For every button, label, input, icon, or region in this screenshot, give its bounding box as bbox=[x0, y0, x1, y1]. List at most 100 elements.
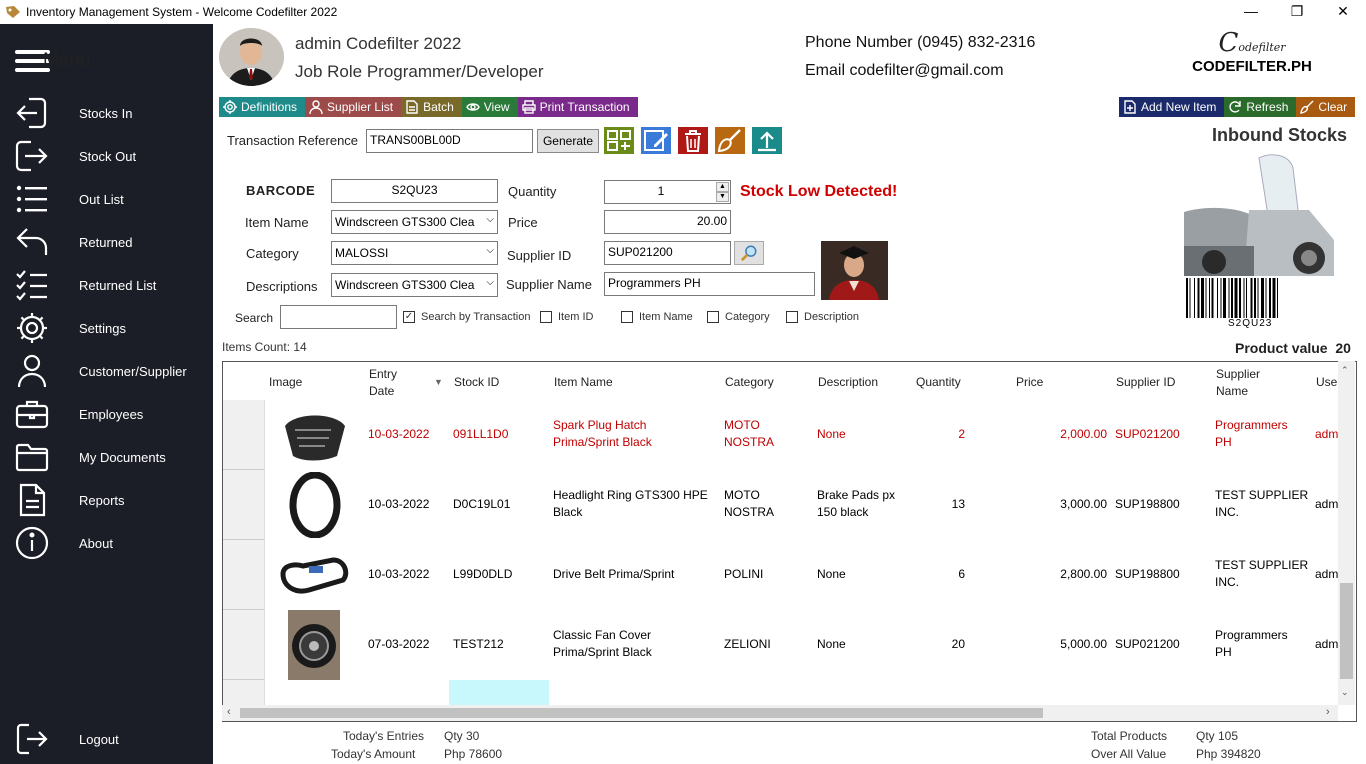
sidebar-item-customer-supplier[interactable]: Customer/Supplier bbox=[15, 353, 205, 389]
column-header[interactable]: Entry Date bbox=[369, 366, 419, 400]
row-header[interactable] bbox=[223, 610, 265, 680]
transaction-reference-input[interactable]: TRANS00BL00D bbox=[366, 129, 533, 153]
scroll-down-icon[interactable]: ⌄ bbox=[1341, 687, 1349, 698]
spin-down-icon[interactable]: ▼ bbox=[716, 192, 729, 202]
generate-button[interactable]: Generate bbox=[537, 129, 599, 153]
supplier-name-input[interactable]: Programmers PH bbox=[604, 272, 815, 296]
column-header[interactable]: Category bbox=[725, 374, 774, 391]
column-header[interactable]: Use bbox=[1316, 374, 1337, 391]
sidebar-item-returned-list[interactable]: Returned List bbox=[15, 267, 205, 303]
app-icon bbox=[6, 6, 20, 18]
sidebar-item-about[interactable]: About bbox=[15, 525, 205, 561]
sidebar-item-label: Reports bbox=[79, 492, 125, 508]
definitions-button[interactable]: Definitions bbox=[219, 97, 306, 117]
table-row[interactable]: 10-03-2022 L99D0DLD Drive Belt Prima/Spr… bbox=[223, 540, 1343, 610]
phone-number: Phone Number (0945) 832-2316 bbox=[805, 34, 1036, 51]
user-icon bbox=[309, 100, 323, 114]
barcode-input[interactable]: S2QU23 bbox=[331, 179, 498, 203]
sidebar-item-stocks-in[interactable]: Stocks In bbox=[15, 95, 205, 131]
item-name-checkbox[interactable]: Item Name bbox=[621, 311, 693, 323]
sidebar-item-returned[interactable]: Returned bbox=[15, 224, 205, 260]
close-button[interactable]: ✕ bbox=[1320, 0, 1366, 22]
menu-toggle[interactable]: Menu bbox=[15, 50, 91, 72]
avatar bbox=[219, 28, 284, 86]
quantity-stepper[interactable]: 1 ▲ ▼ bbox=[604, 180, 731, 204]
add-new-item-button[interactable]: Add New Item bbox=[1119, 97, 1225, 117]
clear-fields-button[interactable] bbox=[715, 127, 745, 154]
sidebar-item-stock-out[interactable]: Stock Out bbox=[15, 138, 205, 174]
logo: Codefilter CODEFILTER.PH bbox=[1187, 30, 1317, 75]
price-input[interactable]: 20.00 bbox=[604, 210, 731, 234]
toolbar-right: Add New Item Refresh Clear bbox=[1119, 97, 1356, 117]
item-image bbox=[288, 610, 340, 680]
refresh-icon bbox=[1229, 101, 1242, 113]
table-row[interactable]: 10-03-2022 091LL1D0 Spark Plug Hatch Pri… bbox=[223, 400, 1343, 470]
view-button[interactable]: View bbox=[461, 97, 518, 117]
cell-supplier-name: Programmers PH bbox=[1215, 628, 1288, 659]
edit-button[interactable] bbox=[641, 127, 671, 154]
horizontal-scrollbar[interactable]: ‹ › bbox=[222, 705, 1338, 721]
scroll-left-icon[interactable]: ‹ bbox=[227, 706, 231, 718]
row-header[interactable] bbox=[223, 470, 265, 540]
column-header[interactable]: Quantity bbox=[916, 374, 961, 391]
cell-supplier-name: TEST SUPPLIER INC. bbox=[1215, 558, 1309, 589]
product-value: Product value 20 bbox=[1235, 340, 1351, 356]
print-transaction-button[interactable]: Print Transaction bbox=[517, 97, 638, 117]
row-header[interactable] bbox=[223, 540, 265, 610]
column-header[interactable]: Supplier ID bbox=[1116, 374, 1175, 391]
sidebar-item-reports[interactable]: Reports bbox=[15, 482, 205, 518]
row-header[interactable] bbox=[223, 400, 265, 470]
column-header[interactable]: Description bbox=[818, 374, 878, 391]
sidebar-item-label: My Documents bbox=[79, 449, 166, 465]
spin-up-icon[interactable]: ▲ bbox=[716, 182, 729, 192]
supplier-list-button[interactable]: Supplier List bbox=[305, 97, 402, 117]
table-row[interactable]: 07-03-2022 TEST212 Classic Fan Cover Pri… bbox=[223, 610, 1343, 680]
delete-button[interactable] bbox=[678, 127, 708, 154]
column-header[interactable]: Item Name bbox=[554, 374, 613, 391]
batch-button[interactable]: Batch bbox=[401, 97, 462, 117]
logout-label: Logout bbox=[79, 731, 119, 747]
sidebar-item-settings[interactable]: Settings bbox=[15, 310, 205, 346]
description-checkbox[interactable]: Description bbox=[786, 311, 859, 323]
sidebar-item-out-list[interactable]: Out List bbox=[15, 181, 205, 217]
row-header[interactable] bbox=[223, 680, 265, 706]
refresh-button[interactable]: Refresh bbox=[1224, 97, 1297, 117]
category-checkbox[interactable]: Category bbox=[707, 311, 770, 323]
logout-button[interactable]: Logout bbox=[15, 721, 205, 757]
item-id-checkbox[interactable]: Item ID bbox=[540, 311, 593, 323]
descriptions-select[interactable]: Windscreen GTS300 Clea ⌵ bbox=[331, 273, 498, 297]
selected-cell[interactable] bbox=[449, 680, 549, 706]
add-new-item-label: Add New Item bbox=[1141, 100, 1217, 114]
cell-supplier-id: SUP021200 bbox=[1115, 637, 1180, 651]
sidebar-item-label: Customer/Supplier bbox=[79, 363, 187, 379]
supplier-id-input[interactable]: SUP021200 bbox=[604, 241, 731, 265]
scroll-thumb[interactable] bbox=[1340, 583, 1353, 679]
add-grid-button[interactable] bbox=[604, 127, 634, 154]
supplier-search-button[interactable] bbox=[734, 241, 764, 265]
vertical-scrollbar[interactable]: ⌃ ⌄ bbox=[1338, 361, 1355, 705]
document-icon bbox=[19, 483, 46, 517]
item-name-select[interactable]: Windscreen GTS300 Clea ⌵ bbox=[331, 210, 498, 234]
table-row[interactable]: 10-03-2022 D0C19L01 Headlight Ring GTS30… bbox=[223, 470, 1343, 540]
cell-stock-id: 091LL1D0 bbox=[453, 427, 509, 441]
sidebar-item-my-documents[interactable]: My Documents bbox=[15, 439, 205, 475]
inventory-table[interactable]: Image Entry Date ▼ Stock ID Item Name Ca… bbox=[222, 361, 1357, 722]
search-by-transaction-checkbox[interactable]: ✓ Search by Transaction bbox=[403, 311, 530, 323]
minimize-button[interactable]: — bbox=[1228, 0, 1274, 22]
sidebar-item-employees[interactable]: Employees bbox=[15, 396, 205, 432]
cell-stock-id: D0C19L01 bbox=[453, 497, 511, 511]
column-header[interactable]: Supplier Name bbox=[1216, 366, 1276, 400]
table-row[interactable] bbox=[223, 680, 1343, 706]
scroll-thumb[interactable] bbox=[240, 708, 1043, 718]
column-header[interactable]: Price bbox=[1016, 374, 1043, 391]
clear-button[interactable]: Clear bbox=[1296, 97, 1356, 117]
scroll-right-icon[interactable]: › bbox=[1326, 706, 1330, 718]
search-input[interactable] bbox=[280, 305, 397, 329]
column-header[interactable]: Image bbox=[269, 374, 302, 391]
category-select[interactable]: MALOSSI ⌵ bbox=[331, 241, 498, 265]
restore-button[interactable]: ❐ bbox=[1274, 0, 1320, 22]
cell-user: adm bbox=[1315, 637, 1339, 651]
column-header[interactable]: Stock ID bbox=[454, 374, 499, 391]
scroll-up-icon[interactable]: ⌃ bbox=[1341, 365, 1349, 376]
upload-button[interactable] bbox=[752, 127, 782, 154]
